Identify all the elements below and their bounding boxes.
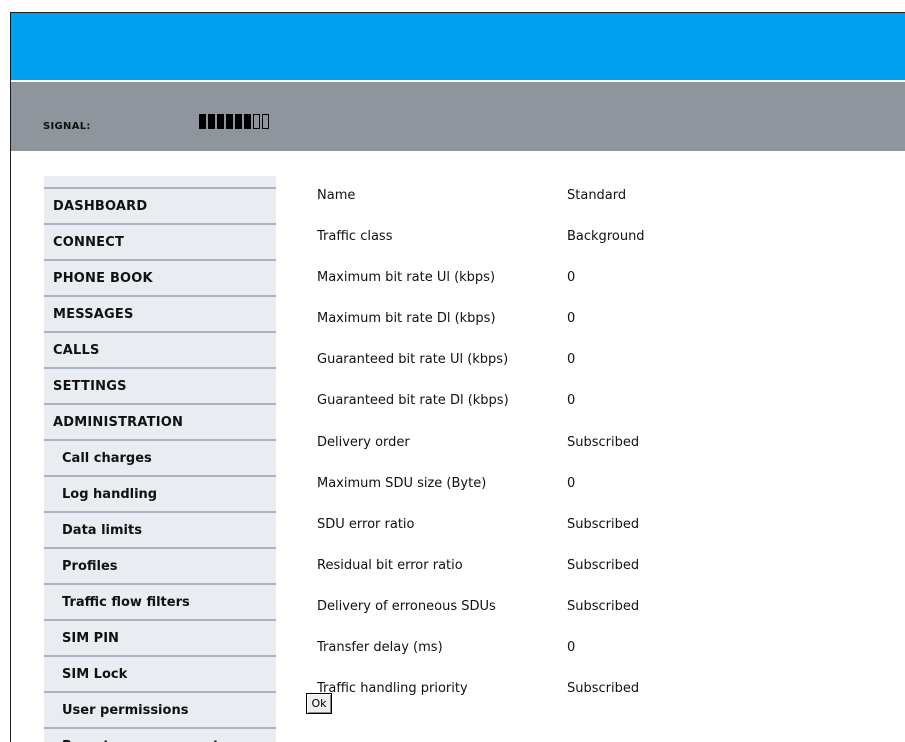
signal-bar (226, 114, 233, 129)
sidebar-item-profiles[interactable]: Profiles (44, 547, 276, 583)
field-value: 0 (567, 640, 576, 655)
field-value: Subscribed (567, 435, 640, 450)
field-label: Maximum bit rate Dl (kbps) (317, 311, 496, 326)
field-value: Background (567, 229, 645, 244)
field-label: Name (317, 188, 356, 203)
field-value: 0 (567, 311, 576, 326)
field-label: Delivery of erroneous SDUs (317, 599, 496, 614)
field-label: Residual bit error ratio (317, 558, 463, 573)
sidebar-top-spacer (44, 176, 276, 187)
sidebar-item-data-limits[interactable]: Data limits (44, 511, 276, 547)
field-label: Traffic handling priority (317, 681, 468, 696)
sidebar-item-calls[interactable]: CALLS (44, 331, 276, 367)
field-label: Guaranteed bit rate Ul (kbps) (317, 352, 509, 367)
signal-bar (253, 114, 260, 129)
header-banner (11, 13, 905, 80)
field-value: 0 (567, 270, 576, 285)
ok-button[interactable]: Ok (306, 693, 332, 714)
field-value: Standard (567, 188, 627, 203)
sidebar-item-sim-pin[interactable]: SIM PIN (44, 619, 276, 655)
field-label: SDU error ratio (317, 517, 415, 532)
field-value: Subscribed (567, 599, 640, 614)
field-label: Maximum bit rate Ul (kbps) (317, 270, 496, 285)
signal-bar (217, 114, 224, 129)
sidebar-item-dashboard[interactable]: DASHBOARD (44, 187, 276, 223)
signal-bar (199, 114, 206, 129)
field-value: Subscribed (567, 681, 640, 696)
field-label: Maximum SDU size (Byte) (317, 476, 487, 491)
sidebar-item-phone-book[interactable]: PHONE BOOK (44, 259, 276, 295)
sidebar-item-remote-management[interactable]: Remote management (44, 727, 276, 742)
field-value: 0 (567, 476, 576, 491)
field-label: Delivery order (317, 435, 410, 450)
sidebar-item-administration[interactable]: ADMINISTRATION (44, 403, 276, 439)
sidebar-item-call-charges[interactable]: Call charges (44, 439, 276, 475)
sidebar-item-connect[interactable]: CONNECT (44, 223, 276, 259)
field-value: 0 (567, 393, 576, 408)
sidebar-menu: DASHBOARD CONNECT PHONE BOOK MESSAGES CALLS S… (44, 176, 276, 742)
signal-bar (208, 114, 215, 129)
sidebar-item-sim-lock[interactable]: SIM Lock (44, 655, 276, 691)
sidebar-item-traffic-flow-filters[interactable]: Traffic flow filters (44, 583, 276, 619)
web-interface: SIGNAL: DASHBOARD CONNECT PHONE BOOK MESSAG… (10, 12, 905, 742)
sidebar-item-messages[interactable]: MESSAGES (44, 295, 276, 331)
field-label: Transfer delay (ms) (317, 640, 443, 655)
field-label: Guaranteed bit rate Dl (kbps) (317, 393, 509, 408)
signal-bar (262, 114, 269, 129)
field-label: Traffic class (317, 229, 393, 244)
sidebar-item-log-handling[interactable]: Log handling (44, 475, 276, 511)
sidebar-item-settings[interactable]: SETTINGS (44, 367, 276, 403)
signal-bar (235, 114, 242, 129)
signal-bar (244, 114, 251, 129)
status-bar: SIGNAL: (11, 82, 905, 151)
signal-label: SIGNAL: (43, 121, 91, 132)
field-value: 0 (567, 352, 576, 367)
signal-strength-meter (199, 114, 269, 129)
field-value: Subscribed (567, 517, 640, 532)
sidebar-item-user-permissions[interactable]: User permissions (44, 691, 276, 727)
field-value: Subscribed (567, 558, 640, 573)
